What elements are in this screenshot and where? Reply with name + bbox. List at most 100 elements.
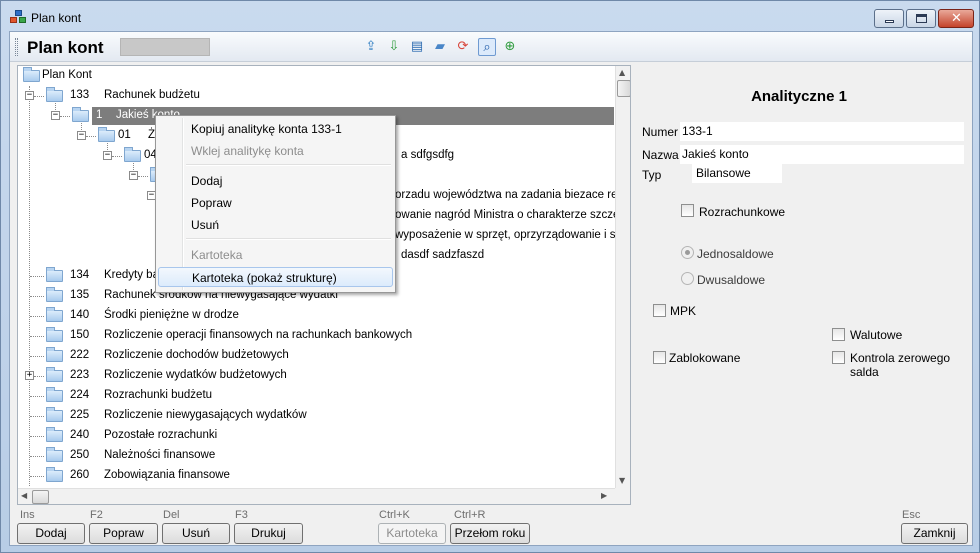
window-title: Plan kont bbox=[31, 11, 82, 25]
zablokowane-checkbox[interactable] bbox=[653, 351, 666, 364]
numer-field[interactable]: 133-1 bbox=[680, 122, 964, 141]
tree-connector bbox=[30, 296, 44, 297]
key-hint-esc: Esc bbox=[902, 509, 921, 521]
account-code: 150 bbox=[70, 329, 90, 341]
folder-icon bbox=[46, 267, 63, 282]
folder-icon bbox=[46, 467, 63, 482]
tree-row[interactable]: 250 Należności finansowe bbox=[18, 446, 614, 466]
folder-icon bbox=[46, 447, 63, 462]
tree-row[interactable]: 225 Rozliczenie niewygasających wydatków bbox=[18, 406, 614, 426]
key-hint-ctrl-r: Ctrl+R bbox=[454, 509, 486, 521]
walutowe-checkbox[interactable] bbox=[832, 328, 845, 341]
tree-row[interactable]: 240 Pozostałe rozrachunki bbox=[18, 426, 614, 446]
title-bar[interactable]: Plan kont ✕ bbox=[1, 1, 979, 31]
horizontal-scrollbar[interactable]: ◀ ▶ bbox=[18, 488, 615, 504]
tree-connector bbox=[138, 176, 148, 177]
search-icon[interactable]: ⌕ bbox=[478, 38, 496, 56]
tree-row[interactable]: 140 Środki pieniężne w drodze bbox=[18, 306, 614, 326]
menu-item-paste-analytics[interactable]: Wklej analitykę konta bbox=[158, 141, 393, 161]
tree-root-label: Plan Kont bbox=[42, 69, 92, 81]
horizontal-scroll-thumb[interactable] bbox=[32, 490, 49, 504]
drukuj-button[interactable]: Drukuj bbox=[234, 523, 303, 544]
add-icon[interactable]: ⊕ bbox=[501, 38, 519, 56]
collapse-icon[interactable]: − bbox=[25, 91, 34, 100]
account-code: 224 bbox=[70, 389, 90, 401]
menu-item-card-structure[interactable]: Kartoteka (pokaż strukturę) bbox=[158, 267, 393, 287]
tree-connector bbox=[30, 476, 44, 477]
account-name: orzadu województwa na zadania biezace re… bbox=[395, 189, 629, 201]
maximize-button[interactable] bbox=[906, 9, 936, 28]
minimize-button[interactable] bbox=[874, 9, 904, 28]
nazwa-field[interactable]: Jakieś konto bbox=[680, 145, 964, 164]
tree-row[interactable]: 150 Rozliczenie operacji finansowych na … bbox=[18, 326, 614, 346]
dwusaldowe-radio[interactable] bbox=[681, 272, 694, 285]
scroll-up-icon[interactable]: ▲ bbox=[619, 68, 625, 77]
expand-icon[interactable]: + bbox=[25, 371, 34, 380]
scroll-right-icon[interactable]: ▶ bbox=[601, 491, 607, 500]
account-code: 225 bbox=[70, 409, 90, 421]
toolbar-grip[interactable] bbox=[15, 38, 18, 56]
jednosaldowe-radio[interactable] bbox=[681, 246, 694, 259]
vertical-scroll-thumb[interactable] bbox=[617, 80, 630, 97]
folder-edit-icon bbox=[72, 107, 89, 122]
mpk-checkbox[interactable] bbox=[653, 304, 666, 317]
zamknij-button[interactable]: Zamknij bbox=[901, 523, 968, 544]
mpk-label: MPK bbox=[670, 304, 697, 318]
key-hint-f2: F2 bbox=[90, 509, 103, 521]
account-name: owanie nagród Ministra o charakterze szc… bbox=[395, 209, 631, 221]
account-code: 260 bbox=[70, 469, 90, 481]
document-list-icon[interactable]: ▤ bbox=[408, 38, 426, 56]
menu-item-card[interactable]: Kartoteka bbox=[158, 245, 393, 265]
tree-row[interactable]: 260 Zobowiązania finansowe bbox=[18, 466, 614, 486]
account-code: 140 bbox=[70, 309, 90, 321]
folder-icon bbox=[46, 327, 63, 342]
tree-connector bbox=[112, 156, 122, 157]
folder-arrow-icon[interactable]: ▰ bbox=[431, 38, 449, 56]
kartoteka-button[interactable]: Kartoteka bbox=[378, 523, 446, 544]
refresh-icon[interactable]: ⟳ bbox=[454, 38, 472, 56]
tree-connector bbox=[30, 416, 44, 417]
tree-row[interactable]: 224 Rozrachunki budżetu bbox=[18, 386, 614, 406]
collapse-icon[interactable]: − bbox=[77, 131, 86, 140]
account-name: a sdfgsdfg bbox=[401, 149, 455, 161]
typ-field[interactable]: Bilansowe bbox=[692, 164, 782, 183]
tree-connector bbox=[34, 96, 44, 97]
account-code: 250 bbox=[70, 449, 90, 461]
scroll-down-icon[interactable]: ▼ bbox=[619, 476, 625, 485]
kontrola-label: Kontrola zerowego salda bbox=[850, 351, 951, 379]
scroll-left-icon[interactable]: ◀ bbox=[21, 491, 27, 500]
tree-root[interactable]: Plan Kont bbox=[18, 66, 614, 86]
maximize-icon bbox=[916, 14, 927, 23]
usun-button[interactable]: Usuń bbox=[162, 523, 230, 544]
collapse-icon[interactable]: − bbox=[51, 111, 60, 120]
tree-row[interactable]: 222 Rozliczenie dochodów budżetowych bbox=[18, 346, 614, 366]
numer-value: 133-1 bbox=[682, 124, 713, 138]
import-icon[interactable]: ⇩ bbox=[385, 38, 403, 56]
folder-icon bbox=[46, 427, 63, 442]
rozrachunkowe-checkbox[interactable] bbox=[681, 204, 694, 217]
dodaj-button[interactable]: Dodaj bbox=[17, 523, 85, 544]
typ-label: Typ bbox=[642, 168, 662, 182]
kontrola-checkbox[interactable] bbox=[832, 351, 845, 364]
account-name: Rozliczenie niewygasających wydatków bbox=[104, 409, 307, 421]
menu-item-copy-analytics[interactable]: Kopiuj analitykę konta 133-1 bbox=[158, 119, 393, 139]
tree-row[interactable]: − 133 Rachunek budżetu bbox=[18, 86, 614, 106]
account-code: 135 bbox=[70, 289, 90, 301]
app-icon bbox=[10, 10, 26, 24]
menu-item-add[interactable]: Dodaj bbox=[158, 171, 393, 191]
przelom-roku-button[interactable]: Przełom roku bbox=[450, 523, 530, 544]
export-icon[interactable]: ⇪ bbox=[362, 38, 380, 56]
menu-separator bbox=[186, 238, 391, 240]
account-name: Środki pieniężne w drodze bbox=[104, 309, 239, 321]
tree-connector bbox=[86, 136, 96, 137]
folder-icon bbox=[46, 87, 63, 102]
vertical-scrollbar[interactable]: ▲ ▼ bbox=[615, 66, 630, 488]
menu-item-delete[interactable]: Usuń bbox=[158, 215, 393, 235]
folder-icon bbox=[46, 287, 63, 302]
popraw-button[interactable]: Popraw bbox=[89, 523, 158, 544]
collapse-icon[interactable]: − bbox=[129, 171, 138, 180]
tree-row[interactable]: + 223 Rozliczenie wydatków budżetowych bbox=[18, 366, 614, 386]
menu-item-edit[interactable]: Popraw bbox=[158, 193, 393, 213]
close-button[interactable]: ✕ bbox=[938, 9, 974, 28]
collapse-icon[interactable]: − bbox=[103, 151, 112, 160]
